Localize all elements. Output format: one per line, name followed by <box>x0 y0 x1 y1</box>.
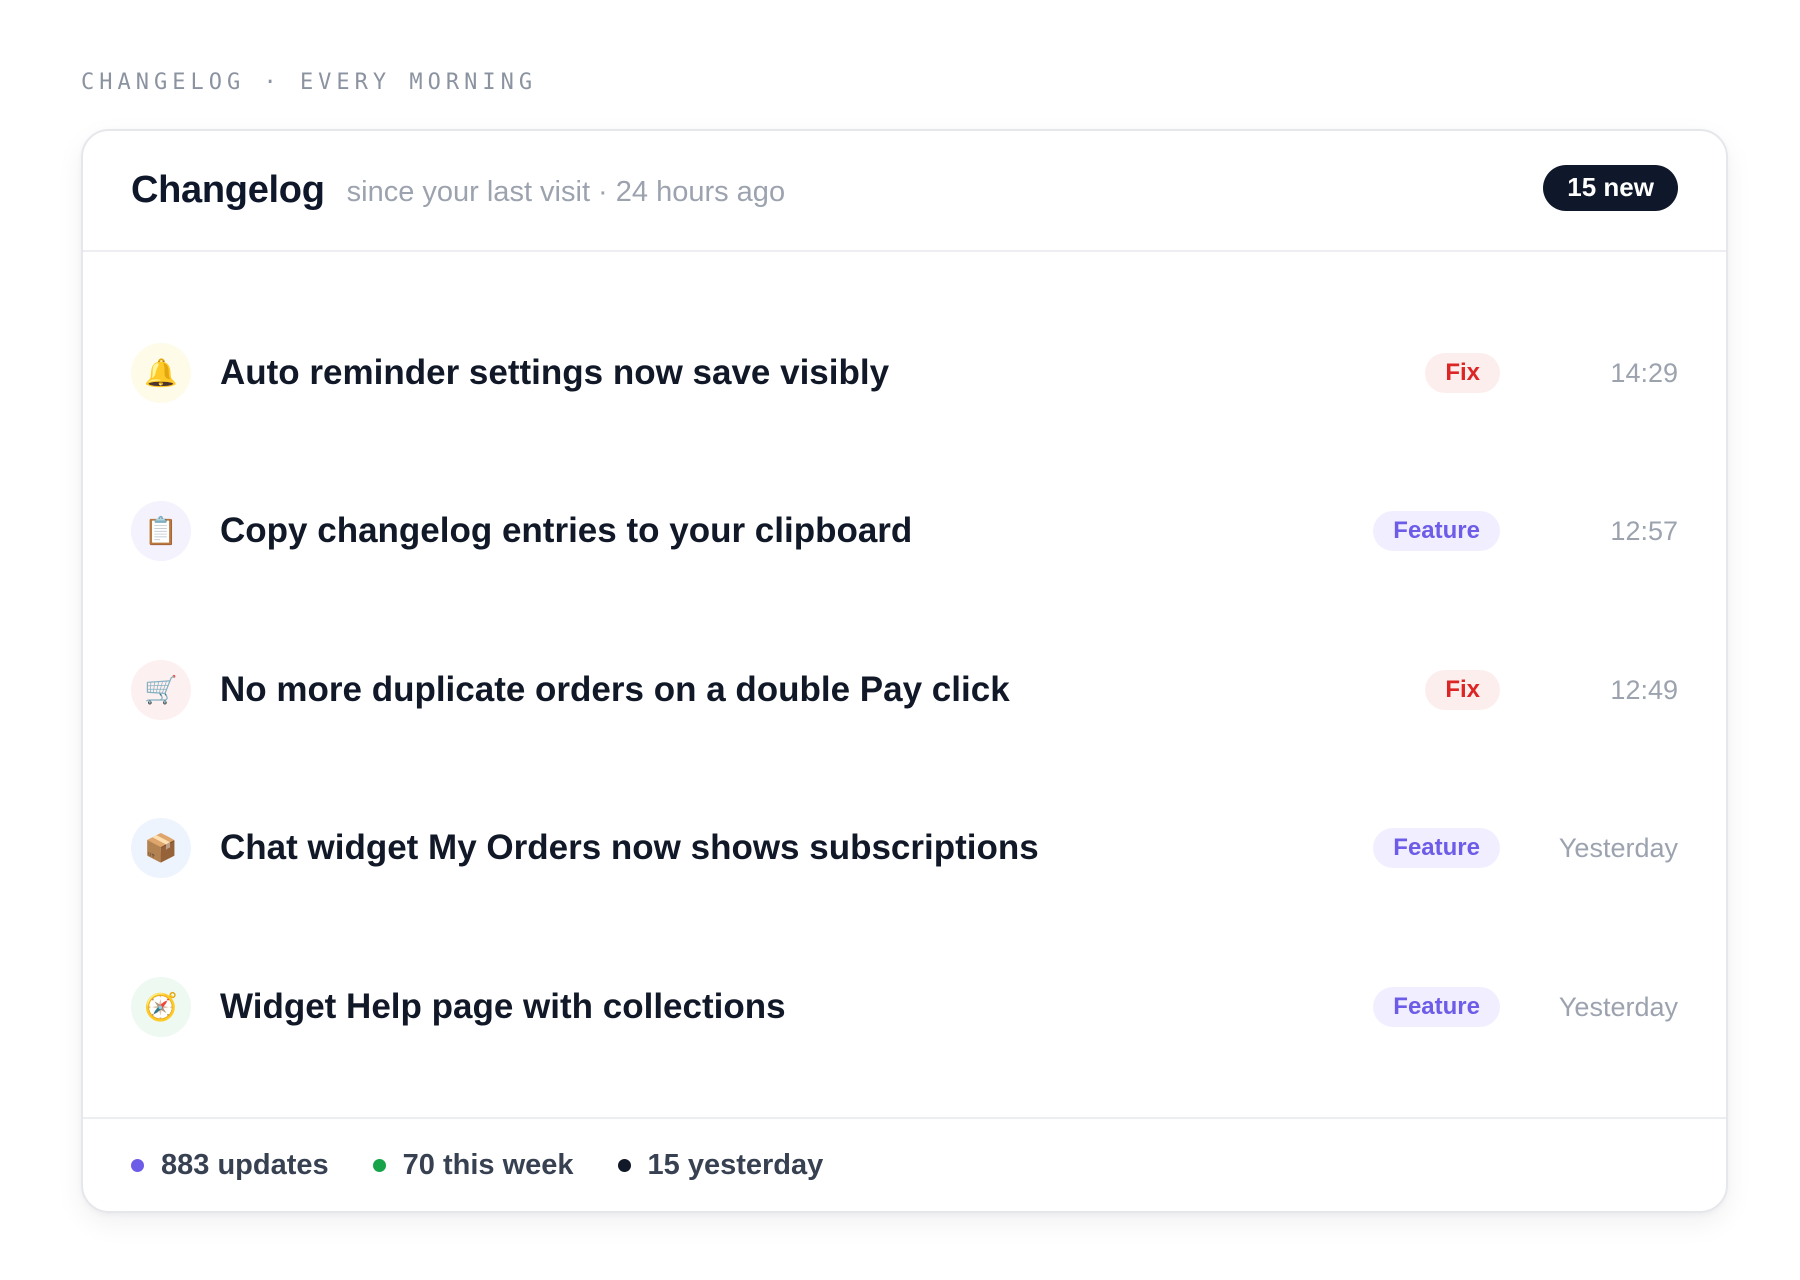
stat-updates: 883 updates <box>131 1149 329 1182</box>
stat-this-week: 70 this week <box>372 1148 574 1182</box>
card-header: Changelog since your last visit · 24 hou… <box>83 131 1726 252</box>
stat-label: 883 updates <box>161 1148 329 1181</box>
entry-title[interactable]: Copy changelog entries to your clipboard <box>220 511 912 551</box>
card-title: Changelog <box>131 169 325 211</box>
list-item[interactable]: 🔔 Auto reminder settings now save visibl… <box>83 294 1726 452</box>
new-count-badge: 15 new <box>1543 164 1678 211</box>
entry-time: Yesterday <box>1558 832 1678 863</box>
entry-list: 🔔 Auto reminder settings now save visibl… <box>83 254 1726 1126</box>
list-item[interactable]: 📋 Copy changelog entries to your clipboa… <box>83 452 1726 610</box>
entry-tag: Feature <box>1373 828 1500 868</box>
entry-title[interactable]: No more duplicate orders on a double Pay… <box>220 670 1010 710</box>
list-item[interactable]: 🛒 No more duplicate orders on a double P… <box>83 611 1726 769</box>
entry-tag: Fix <box>1425 353 1500 393</box>
stat-label: 15 yesterday <box>647 1148 824 1181</box>
compass-icon: 🧭 <box>131 977 191 1037</box>
status-dot <box>372 1158 386 1172</box>
list-item[interactable]: 🧭 Widget Help page with collections Feat… <box>83 928 1726 1086</box>
shopping-cart-icon: 🛒 <box>131 660 191 720</box>
list-item[interactable]: 📦 Chat widget My Orders now shows subscr… <box>83 769 1726 927</box>
entry-time: 14:29 <box>1610 357 1678 388</box>
entry-title[interactable]: Chat widget My Orders now shows subscrip… <box>220 828 1039 868</box>
status-dot <box>131 1158 144 1172</box>
entry-title[interactable]: Widget Help page with collections <box>220 987 786 1027</box>
status-dot <box>617 1158 631 1172</box>
card-subtitle: since your last visit · 24 hours ago <box>346 176 786 208</box>
clipboard-icon: 📋 <box>131 501 191 561</box>
entry-time: 12:57 <box>1610 515 1678 546</box>
entry-time: Yesterday <box>1558 991 1678 1022</box>
entry-time: 12:49 <box>1610 674 1678 705</box>
entry-title[interactable]: Auto reminder settings now save visibly <box>220 353 889 393</box>
entry-tag: Feature <box>1373 987 1500 1027</box>
stat-yesterday: 15 yesterday <box>617 1148 824 1182</box>
bell-icon: 🔔 <box>131 343 191 403</box>
card-footer: 883 updates 70 this week 15 yesterday <box>83 1117 1726 1211</box>
page-eyebrow: CHANGELOG · EVERY MORNING <box>81 70 538 95</box>
stat-label: 70 this week <box>402 1148 574 1181</box>
package-icon: 📦 <box>131 818 191 878</box>
changelog-card: Changelog since your last visit · 24 hou… <box>81 129 1728 1213</box>
entry-tag: Feature <box>1373 511 1500 551</box>
entry-tag: Fix <box>1425 670 1500 710</box>
